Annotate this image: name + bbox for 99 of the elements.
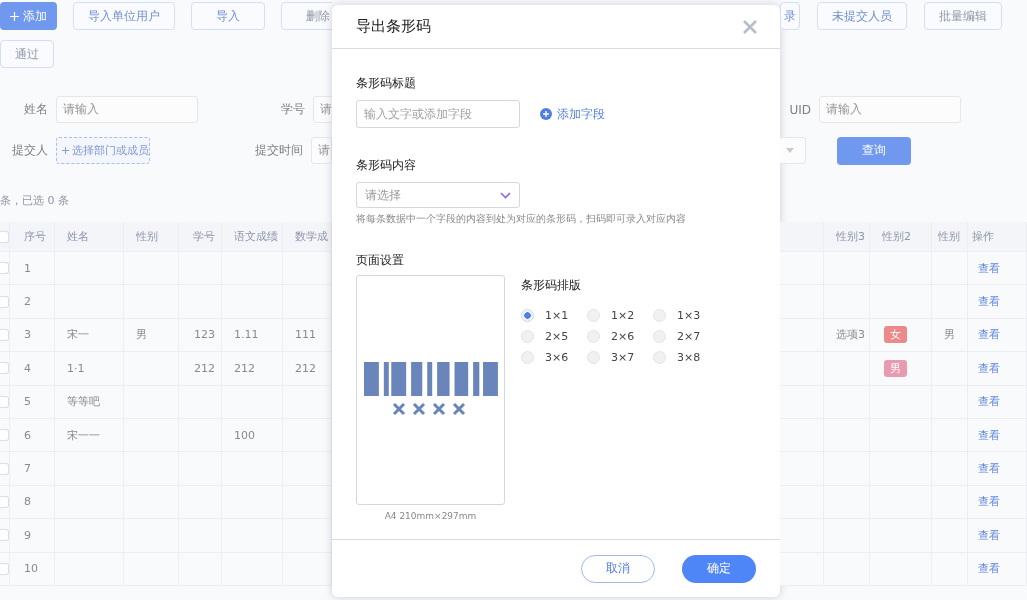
checkbox[interactable] [0, 495, 9, 508]
view-link[interactable]: 查看 [978, 360, 1000, 376]
column-header: 学号 [179, 222, 222, 251]
field-label: 条形码内容 [356, 157, 417, 174]
view-link[interactable]: 查看 [978, 427, 1000, 443]
toolbar-button[interactable]: 未提交人员 [817, 2, 907, 30]
table-cell: 8 [10, 485, 55, 519]
input-field[interactable]: 请 [313, 96, 332, 123]
table-cell: 212 [179, 352, 222, 385]
view-link[interactable]: 查看 [978, 561, 1000, 577]
table-cell: 男 [932, 318, 968, 352]
member-picker[interactable]: 选择部门或成员 [56, 137, 150, 164]
view-link[interactable]: 查看 [978, 394, 1000, 410]
dialog-title: 导出条形码 [356, 17, 431, 36]
column-header: 姓名 [55, 222, 124, 251]
table-cell: 212 [222, 352, 283, 385]
view-link[interactable]: 查看 [978, 461, 1000, 477]
checkbox[interactable] [0, 529, 9, 542]
toolbar-button[interactable]: 添加 [0, 2, 57, 30]
table-cell: 1 [10, 252, 55, 285]
checkbox[interactable] [0, 429, 9, 442]
confirm-button[interactable]: 确定 [682, 554, 756, 583]
checkbox[interactable] [0, 462, 9, 475]
filter-label: 姓名 [23, 101, 49, 118]
layout-option[interactable]: 3×7 [587, 350, 653, 365]
query-button[interactable]: 查询 [837, 136, 911, 165]
table-cell: 等等吧 [55, 385, 124, 418]
table-cell: 宋一 [55, 318, 124, 352]
column-header: 语文成绩 [222, 222, 283, 251]
field-label: 条形码排版 [521, 277, 582, 294]
field-label: 条形码标题 [356, 75, 417, 92]
layout-option[interactable]: 1×1 [521, 308, 587, 323]
gender-tag: 男 [884, 359, 907, 377]
plus-icon [62, 146, 69, 155]
view-link[interactable]: 查看 [978, 260, 1000, 276]
table-cell: 123 [179, 318, 222, 352]
filter-label: UID [788, 102, 812, 117]
input-field[interactable]: 请输入 [819, 96, 961, 123]
table-cell: 1·1 [55, 352, 124, 385]
hint-text: 将每条数据中一个字段的内容到处为对应的条形码，扫码即可录入对应内容 [356, 212, 687, 226]
table-cell: 5 [10, 385, 55, 418]
column-header: 性别3 [824, 222, 870, 251]
toolbar-button[interactable]: 导入单位用户 [73, 2, 175, 30]
column-header: 性别 [124, 222, 179, 251]
view-link[interactable]: 查看 [978, 294, 1000, 310]
checkbox[interactable] [0, 395, 9, 408]
checkbox[interactable] [0, 295, 9, 308]
table-cell: 4 [10, 352, 55, 385]
column-header: 操作 [968, 222, 1027, 251]
paper-size: A4 210mm×297mm [384, 511, 477, 521]
view-link[interactable]: 查看 [978, 494, 1000, 510]
toolbar-button[interactable]: 导入 [191, 2, 265, 30]
plus-circle-icon [540, 108, 552, 120]
filter-label: 提交时间 [254, 142, 304, 159]
layout-option[interactable]: 2×5 [521, 329, 587, 344]
view-link[interactable]: 查看 [978, 527, 1000, 543]
field-label: 页面设置 [356, 252, 405, 269]
layout-option[interactable]: 3×6 [521, 350, 587, 365]
input-field[interactable]: 请输入 [56, 96, 198, 123]
table-cell: 6 [10, 418, 55, 452]
table-cell: 100 [222, 418, 283, 452]
layout-option[interactable]: 3×8 [653, 350, 719, 365]
caret-down-icon [786, 148, 794, 153]
layout-option[interactable]: 1×2 [587, 308, 653, 323]
checkbox[interactable] [0, 262, 9, 275]
toolbar-button[interactable]: 录 [780, 2, 800, 30]
select-field[interactable] [780, 137, 806, 164]
add-field-link[interactable]: 添加字段 [540, 105, 605, 123]
table-cell: 7 [10, 452, 55, 485]
filter-label: 学号 [280, 101, 306, 118]
column-header: 序号 [10, 222, 55, 251]
checkbox[interactable] [0, 230, 9, 243]
chevron-down-icon [500, 191, 511, 199]
table-cell: 3 [10, 318, 55, 352]
column-header: 性别2 [870, 222, 932, 251]
selection-count: 条，已选 0 条 [0, 192, 69, 208]
table-cell: 9 [10, 519, 55, 552]
view-link[interactable]: 查看 [978, 327, 1000, 343]
table-cell: 10 [10, 552, 55, 585]
table-cell: 宋一一 [55, 418, 124, 452]
content-select[interactable]: 请选择 [356, 182, 520, 208]
checkbox[interactable] [0, 362, 9, 375]
layout-option[interactable]: 2×7 [653, 329, 719, 344]
column-header: 性别 [932, 222, 968, 251]
layout-option[interactable]: 2×6 [587, 329, 653, 344]
close-button[interactable] [742, 18, 758, 35]
cancel-button[interactable]: 取消 [581, 554, 655, 583]
checkbox[interactable] [0, 562, 9, 575]
layout-option[interactable]: 1×3 [653, 308, 719, 323]
checkbox[interactable] [0, 328, 9, 341]
table-cell: 选项3 [824, 318, 870, 352]
barcode-title-input[interactable]: 输入文字或添加字段 [356, 100, 520, 128]
table-cell: 1.11 [222, 318, 283, 352]
filter-label: 提交人 [11, 142, 49, 159]
plus-icon [10, 11, 19, 21]
gender-tag: 女 [884, 326, 907, 344]
table-cell: 2 [10, 285, 55, 318]
input-field[interactable]: 请 [311, 137, 332, 164]
table-cell: 男 [124, 318, 179, 352]
